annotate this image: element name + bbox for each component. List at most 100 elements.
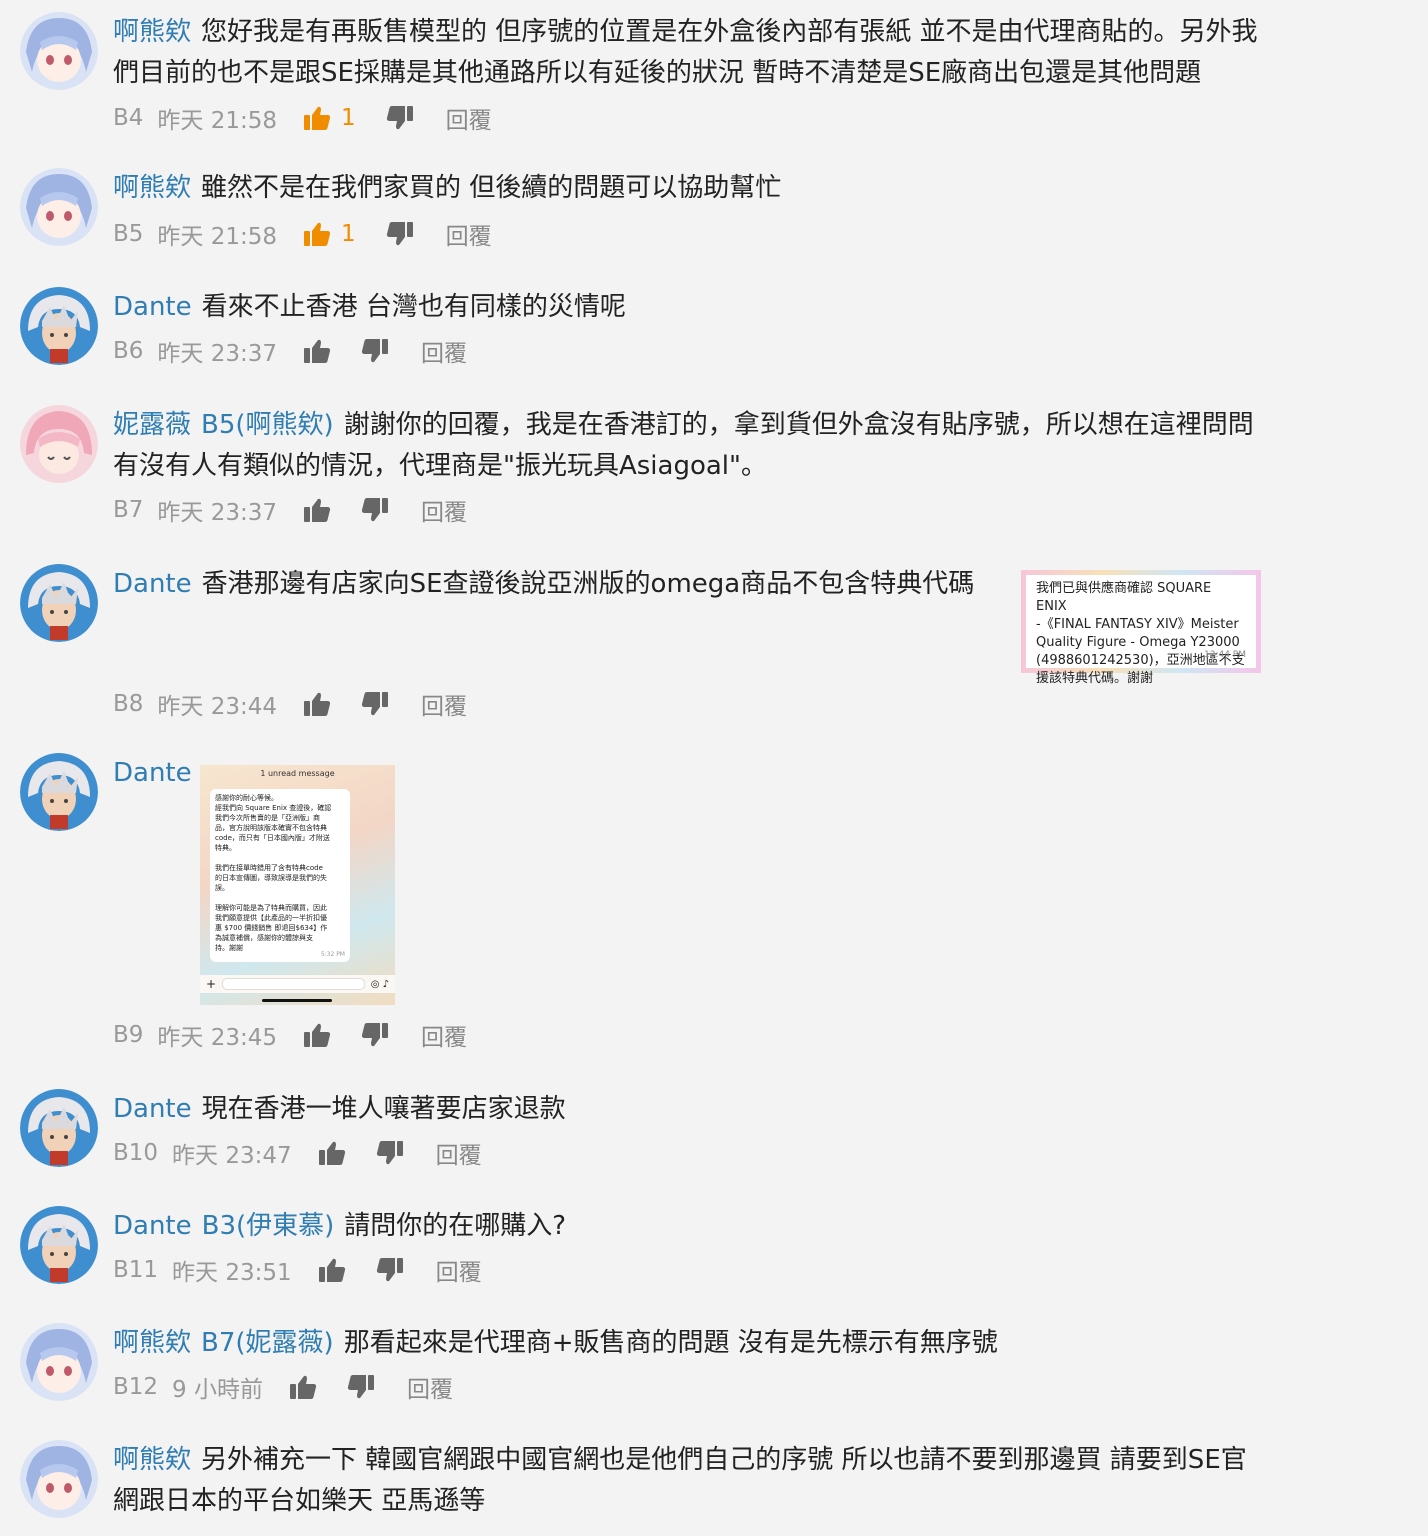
comment-meta: B9 昨天 23:45 回覆 (113, 1017, 467, 1053)
comment-meta: B5 昨天 21:58 1 回覆 (113, 216, 492, 252)
attached-image[interactable]: 我們已與供應商確認 SQUARE ENIX -《FINAL FANTASY XI… (1021, 570, 1261, 686)
home-indicator (262, 999, 332, 1002)
thumbs-down-icon (361, 339, 389, 363)
avatar[interactable] (20, 1089, 98, 1167)
author-name[interactable]: 妮露薇 (113, 410, 191, 440)
dislike-button[interactable] (347, 1374, 375, 1400)
like-button[interactable] (303, 691, 331, 717)
floor-number[interactable]: B4 (113, 105, 143, 131)
comment-meta: B10 昨天 23:47 回覆 (113, 1135, 482, 1171)
like-button[interactable]: 1 (303, 105, 356, 131)
comment-text: 請問你的在哪購入? (344, 1211, 567, 1241)
avatar[interactable] (20, 564, 98, 642)
floor-number[interactable]: B8 (113, 691, 143, 717)
reply-to-link[interactable]: B7(妮露薇) (201, 1328, 334, 1358)
timestamp: 昨天 23:44 (157, 694, 278, 720)
like-button[interactable] (303, 497, 331, 523)
author-name[interactable]: Dante (113, 1211, 192, 1241)
author-name[interactable]: Dante (113, 1094, 192, 1124)
dislike-button[interactable] (386, 221, 414, 247)
comment-text: 謝謝你的回覆，我是在香港訂的，拿到貨但外盒沒有貼序號，所以想在這裡問問 (343, 410, 1254, 440)
reply-button[interactable]: 回覆 (421, 687, 467, 721)
like-button[interactable] (318, 1257, 346, 1283)
dislike-button[interactable] (361, 1022, 389, 1048)
avatar[interactable] (20, 1206, 98, 1284)
thumbs-down-icon (376, 1258, 403, 1282)
author-name[interactable]: 啊熊欸 (113, 1328, 191, 1358)
floor-number[interactable]: B10 (113, 1140, 158, 1166)
avatar[interactable] (20, 12, 98, 90)
floor-number[interactable]: B6 (113, 338, 143, 364)
attached-screenshot[interactable]: 1 unread message 感謝你的耐心等候。 經我們向 Square E… (200, 765, 395, 1005)
author-name[interactable]: Dante (113, 569, 192, 599)
reply-button[interactable]: 回覆 (421, 493, 467, 527)
dislike-button[interactable] (386, 105, 414, 131)
comment-meta: B6 昨天 23:37 回覆 (113, 333, 467, 369)
reply-button[interactable]: 回覆 (446, 101, 492, 135)
timestamp: 昨天 23:37 (157, 341, 278, 367)
reply-to-link[interactable]: B3(伊東慕) (202, 1211, 335, 1241)
thumbs-up-icon (304, 1023, 331, 1047)
thumbs-down-icon (386, 106, 413, 130)
camera-icon: ◎ ♪ (370, 978, 389, 990)
thumbs-up-icon (318, 1258, 345, 1282)
reply-to-link[interactable]: B5(啊熊欸) (201, 410, 334, 440)
thumbs-down-icon (361, 498, 389, 522)
avatar[interactable] (20, 753, 98, 831)
like-count: 1 (341, 105, 356, 131)
floor-number[interactable]: B12 (113, 1374, 158, 1400)
dislike-button[interactable] (361, 691, 389, 717)
phone-header: 1 unread message (260, 769, 335, 778)
comment-text: 香港那邊有店家向SE查證後說亞洲版的omega商品不包含特典代碼 (201, 569, 975, 599)
author-name[interactable]: 啊熊欸 (113, 173, 191, 203)
like-count: 1 (341, 221, 356, 247)
comment-text: 有沒有人有類似的情況，代理商是"振光玩具Asiagoal"。 (113, 451, 767, 481)
thumbs-up-icon (304, 106, 331, 130)
thumbs-up-icon (318, 1141, 345, 1165)
like-button[interactable] (303, 338, 331, 364)
comment-text: 們目前的也不是跟SE採購是其他通路所以有延後的狀況 暫時不清楚是SE廠商出包還是… (113, 58, 1202, 88)
avatar[interactable] (20, 1440, 98, 1518)
comment-text: 現在香港一堆人嚷著要店家退款 (201, 1094, 566, 1124)
comment-meta: B4 昨天 21:58 1 回覆 (113, 100, 492, 136)
attachment-text: 我們已與供應商確認 SQUARE ENIX (1036, 581, 1212, 614)
comment-meta: B12 9 小時前 回覆 (113, 1369, 453, 1405)
floor-number[interactable]: B9 (113, 1022, 143, 1048)
thumbs-up-icon (304, 692, 331, 716)
thumbs-down-icon (361, 692, 389, 716)
like-button[interactable] (289, 1374, 317, 1400)
floor-number[interactable]: B7 (113, 497, 143, 523)
timestamp: 昨天 21:58 (157, 108, 278, 134)
reply-button[interactable]: 回覆 (407, 1370, 453, 1404)
attachment-time: 12:44 PM (1204, 650, 1246, 660)
avatar[interactable] (20, 1323, 98, 1401)
like-button[interactable] (303, 1022, 331, 1048)
reply-button[interactable]: 回覆 (446, 217, 492, 251)
like-button[interactable]: 1 (303, 221, 356, 247)
attachment-text: -《FINAL FANTASY XIV》Meister (1036, 617, 1239, 632)
dislike-button[interactable] (361, 338, 389, 364)
timestamp: 昨天 23:47 (172, 1143, 292, 1169)
avatar[interactable] (20, 405, 98, 483)
avatar[interactable] (20, 287, 98, 365)
reply-button[interactable]: 回覆 (436, 1253, 482, 1287)
timestamp: 昨天 23:51 (172, 1260, 292, 1286)
comment-text: 另外補充一下 韓國官網跟中國官網也是他們自己的序號 所以也請不要到那邊買 請要到… (201, 1445, 1247, 1475)
comment-meta: B11 昨天 23:51 回覆 (113, 1252, 482, 1288)
avatar[interactable] (20, 168, 98, 246)
reply-button[interactable]: 回覆 (421, 1018, 467, 1052)
dislike-button[interactable] (376, 1257, 404, 1283)
author-name[interactable]: 啊熊欸 (113, 17, 191, 47)
author-name[interactable]: 啊熊欸 (113, 1445, 191, 1475)
author-name[interactable]: Dante (113, 292, 192, 322)
dislike-button[interactable] (361, 497, 389, 523)
like-button[interactable] (318, 1140, 346, 1166)
floor-number[interactable]: B5 (113, 221, 143, 247)
reply-button[interactable]: 回覆 (436, 1136, 482, 1170)
dislike-button[interactable] (376, 1140, 404, 1166)
comment-text: 雖然不是在我們家買的 但後續的問題可以協助幫忙 (201, 173, 782, 203)
thumbs-up-icon (304, 339, 331, 363)
reply-button[interactable]: 回覆 (421, 334, 467, 368)
floor-number[interactable]: B11 (113, 1257, 158, 1283)
author-name[interactable]: Dante (113, 758, 192, 788)
